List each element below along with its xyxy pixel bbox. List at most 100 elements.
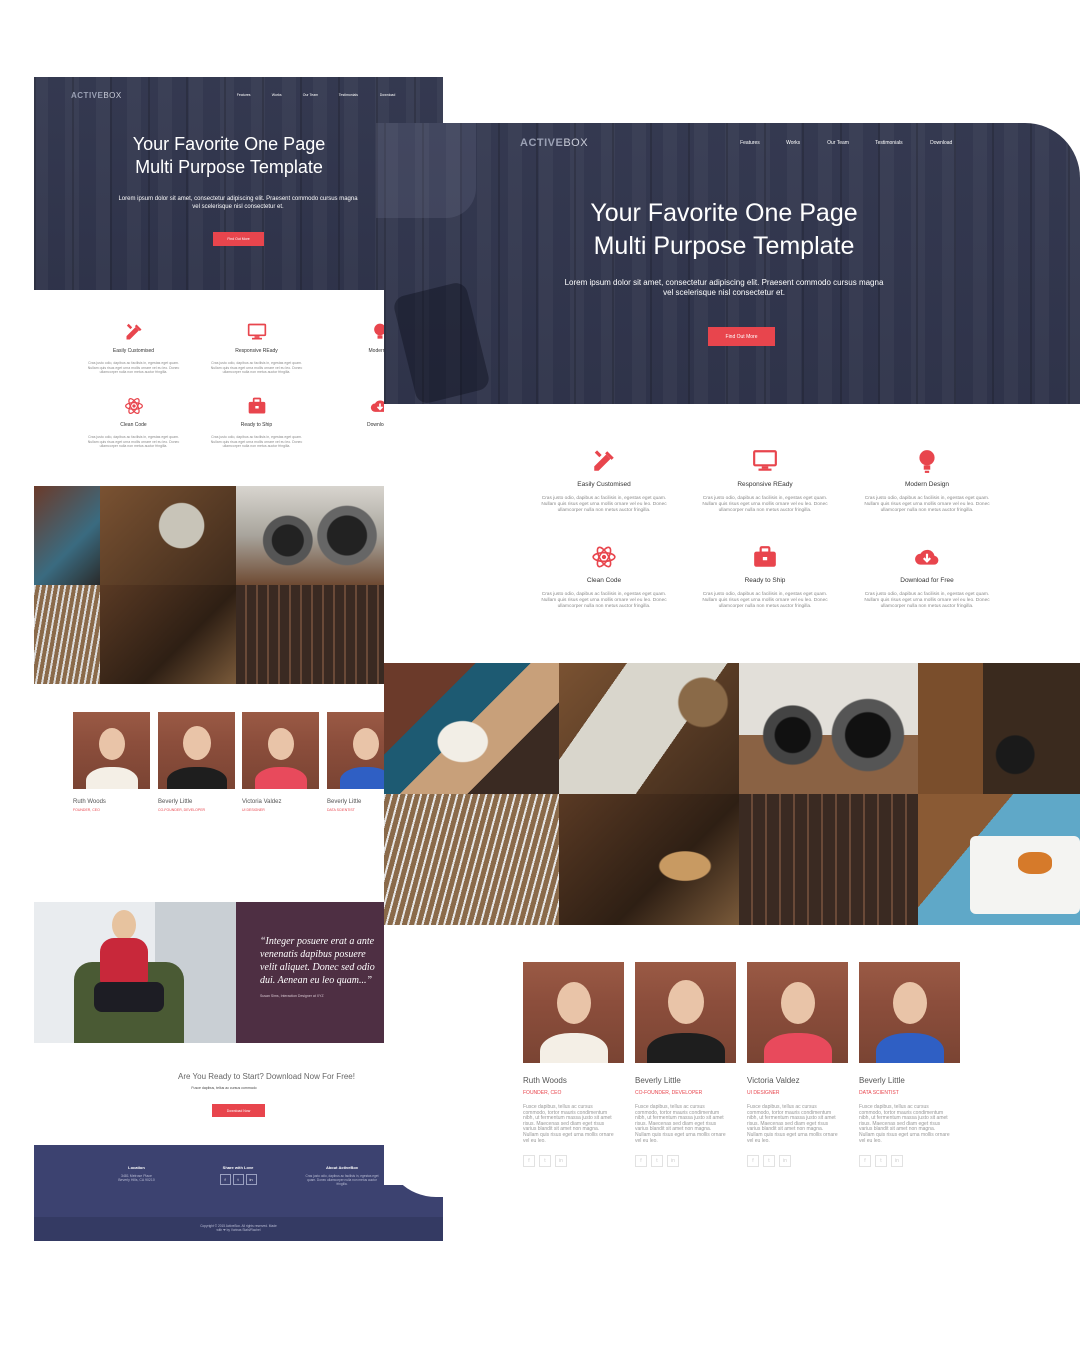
nav-item-our-team[interactable]: Our Team [303,93,339,97]
portfolio-image[interactable] [918,794,1080,925]
facebook-icon[interactable]: f [219,1174,231,1185]
find-out-more-button[interactable]: Find Out More [708,327,775,346]
facebook-icon[interactable]: f [747,1155,759,1168]
testimonial-author: Susan Sims, Interaction Designer at XYZ [260,994,324,998]
briefcase-icon [199,396,314,416]
feature-item: Responsive REady Cras justo odio, dapibu… [689,448,841,514]
features-section: Easily Customised Cras justo odio, dapib… [384,404,1080,663]
download-subtext: Fusce dapibus, tellus ac cursus commodo [191,1086,257,1090]
facebook-icon[interactable]: f [859,1155,871,1168]
linkedin-icon[interactable]: in [245,1174,257,1185]
monitor-icon [199,322,314,342]
testimonial-quote-panel: “Integer posuere erat a ante venenatis d… [236,902,384,1043]
cloud-download-icon [851,544,1003,570]
nav-item-features[interactable]: Features [740,140,786,146]
twitter-icon[interactable]: t [651,1155,663,1168]
feature-item: Responsive REady Cras justo odio, dapibu… [199,322,314,375]
portfolio-image[interactable] [384,794,559,925]
portfolio-image[interactable] [100,585,236,684]
portfolio-image[interactable] [34,585,100,684]
atom-icon [528,544,680,570]
avatar [242,712,319,789]
portfolio-image[interactable] [384,663,559,794]
avatar [859,962,960,1063]
portfolio-image[interactable] [739,663,918,794]
footer-social-links: f t in [198,1174,278,1185]
portfolio-grid [34,486,384,684]
team-member: Victoria Valdez UI Designer Fusce dapibu… [747,962,848,1168]
testimonial-photo [34,902,236,1043]
feature-item: Clean Code Cras justo odio, dapibus ac f… [528,544,680,610]
facebook-icon[interactable]: f [523,1155,535,1168]
twitter-icon[interactable]: t [763,1155,775,1168]
features-section: Easily Customised Cras justo odio, dapib… [34,290,392,486]
nav-item-testimonials[interactable]: Testimonials [875,140,930,146]
nav-item-download[interactable]: Download [380,93,410,97]
twitter-icon[interactable]: t [875,1155,887,1168]
feature-item: Download for Free Cras justo odio, dapib… [851,544,1003,610]
footer-bottom-bar: Copyright © 2015 ActiveBox. All rights r… [34,1217,443,1241]
page-preview-large: ACTIVEBOX Features Works Our Team Testim… [376,123,1080,925]
facebook-icon[interactable]: f [635,1155,647,1168]
nav-item-testimonials[interactable]: Testimonials [339,93,380,97]
nav-menu: Features Works Our Team Testimonials Dow… [740,140,970,146]
hero-subtitle: Lorem ipsum dolor sit amet, consectetur … [564,278,884,297]
team-member: Beverly Little Co-Founder, Developer Fus… [635,962,736,1168]
portfolio-image[interactable] [100,486,236,585]
team-member: Ruth Woods Founder, CEO [73,712,150,812]
portfolio-image[interactable] [918,663,1080,794]
footer-about: About ActiveBox Cras justo odio, dapibus… [305,1165,379,1186]
feature-item: Ready to Ship Cras justo odio, dapibus a… [689,544,841,610]
portfolio-image[interactable] [559,794,739,925]
feature-item: Ready to Ship Cras justo odio, dapibus a… [199,396,314,449]
page-preview-small: ACTIVEBOX Features Works Our Team Testim… [34,77,443,1241]
atom-icon [76,396,191,416]
linkedin-icon[interactable]: in [555,1155,567,1168]
feature-item: Clean Code Cras justo odio, dapibus ac f… [76,396,191,449]
linkedin-icon[interactable]: in [667,1155,679,1168]
footer-location: Location 3481 Melrose Place Beverly Hill… [118,1165,155,1182]
brand-logo[interactable]: ACTIVEBOX [71,91,122,100]
avatar [158,712,235,789]
avatar [327,712,384,789]
nav-item-works[interactable]: Works [272,93,303,97]
nav-menu: Features Works Our Team Testimonials Dow… [237,93,410,97]
portfolio-image[interactable] [739,794,918,925]
portfolio-image[interactable] [559,663,739,794]
portfolio-image[interactable] [236,486,384,585]
feature-item: Modern Design Cras justo odio, dapibus a… [851,448,1003,514]
linkedin-icon[interactable]: in [891,1155,903,1168]
navbar: ACTIVEBOX Features Works Our Team Testim… [71,87,411,103]
monitor-icon [689,448,841,474]
hero-decor-phone [391,280,492,406]
portfolio-image[interactable] [34,486,100,585]
team-member: Beverly Little Co-Founder, Developer [158,712,235,812]
navbar: ACTIVEBOX Features Works Our Team Testim… [520,134,980,152]
nav-item-works[interactable]: Works [786,140,827,146]
team-member: Victoria Valdez UI Designer [242,712,319,812]
portfolio-grid [384,663,1080,925]
linkedin-icon[interactable]: in [779,1155,791,1168]
feature-item: Easily Customised Cras justo odio, dapib… [528,448,680,514]
nav-item-features[interactable]: Features [237,93,272,97]
social-links: f t in [635,1155,736,1168]
find-out-more-button[interactable]: Find Out More [213,232,264,246]
pencil-ruler-icon [76,322,191,342]
hero-section: ACTIVEBOX Features Works Our Team Testim… [376,123,1080,406]
footer: Location 3481 Melrose Place Beverly Hill… [34,1145,443,1241]
feature-item: Easily Customised Cras justo odio, dapib… [76,322,191,375]
social-links: f t in [747,1155,848,1168]
download-now-button[interactable]: Download Now [212,1104,265,1117]
twitter-icon[interactable]: t [539,1155,551,1168]
avatar [747,962,848,1063]
nav-item-our-team[interactable]: Our Team [827,140,875,146]
team-member: Beverly Little Data Scientist Fusce dapi… [859,962,960,1168]
twitter-icon[interactable]: t [232,1174,244,1185]
brand-logo[interactable]: ACTIVEBOX [520,137,588,149]
nav-item-download[interactable]: Download [930,140,970,146]
social-links: f t in [859,1155,960,1168]
testimonial-quote: “Integer posuere erat a ante venenatis d… [260,936,375,986]
portfolio-image[interactable] [236,585,384,684]
footer-share: Share with Love f t in [198,1165,278,1185]
social-links: f t in [523,1155,624,1168]
